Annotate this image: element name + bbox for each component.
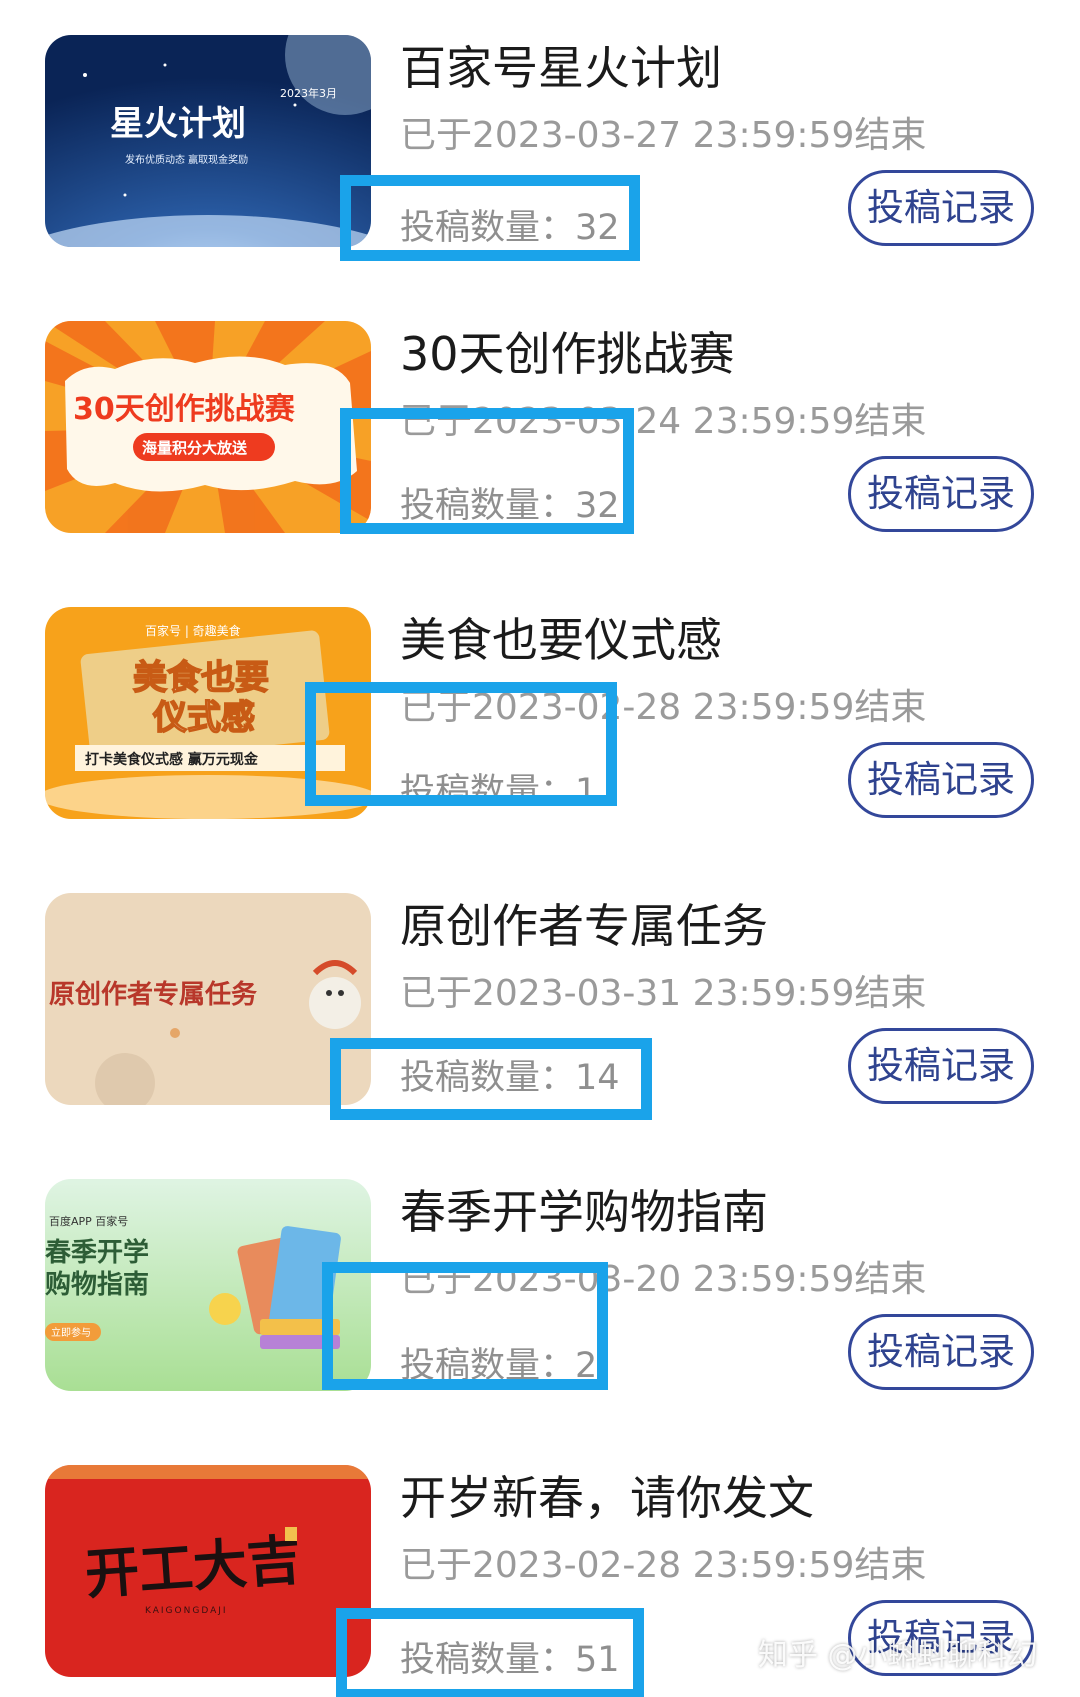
thumb-text: 2023年3月: [280, 86, 337, 100]
submission-count-label: 投稿数量：: [400, 1346, 576, 1386]
submission-count-label: 投稿数量：: [400, 1640, 576, 1680]
task-end-date: 已于2023-03-31 23:59:59结束: [400, 973, 927, 1014]
task-thumbnail-original-author[interactable]: 原创作者专属任务: [45, 893, 371, 1105]
task-end-date: 已于2023-03-27 23:59:59结束: [400, 115, 927, 156]
submission-count: 投稿数量：51: [400, 1636, 620, 1684]
task-thumbnail-xinghuo[interactable]: 2023年3月 星火计划 发布优质动态 赢取现金奖励: [45, 35, 371, 247]
submission-record-button[interactable]: 投稿记录: [848, 1028, 1034, 1104]
submission-count-value: 51: [575, 1640, 620, 1680]
svg-text:立即参与: 立即参与: [51, 1326, 91, 1339]
task-thumbnail-food-ritual[interactable]: 百家号 | 奇趣美食 美食也要 仪式感 打卡美食仪式感 赢万元现金: [45, 607, 371, 819]
task-end-date: 已于2023-03-20 23:59:59结束: [400, 1259, 927, 1300]
svg-text:海量积分大放送: 海量积分大放送: [142, 439, 248, 457]
svg-text:发布优质动态 赢取现金奖励: 发布优质动态 赢取现金奖励: [125, 153, 248, 166]
svg-text:30天创作挑战赛: 30天创作挑战赛: [73, 392, 296, 427]
submission-count-label: 投稿数量：: [400, 1058, 576, 1098]
watermark: 知乎 @小蝌蚪聊科幻: [758, 1638, 1038, 1673]
svg-text:仪式感: 仪式感: [152, 698, 255, 738]
svg-text:KAIGONGDAJI: KAIGONGDAJI: [145, 1606, 228, 1616]
svg-text:百家号 | 奇趣美食: 百家号 | 奇趣美食: [145, 623, 241, 638]
svg-text:购物指南: 购物指南: [45, 1270, 149, 1300]
task-title: 30天创作挑战赛: [400, 327, 735, 381]
task-end-date: 已于2023-02-28 23:59:59结束: [400, 687, 927, 728]
submission-count: 投稿数量：14: [400, 1054, 620, 1102]
svg-text:美食也要: 美食也要: [133, 658, 269, 698]
task-title: 原创作者专属任务: [400, 899, 768, 953]
submission-record-button[interactable]: 投稿记录: [848, 1314, 1034, 1390]
task-end-date: 已于2023-03-24 23:59:59结束: [400, 401, 927, 442]
submission-count-value: 32: [575, 486, 620, 526]
task-end-date: 已于2023-02-28 23:59:59结束: [400, 1545, 927, 1586]
task-title: 百家号星火计划: [400, 41, 722, 95]
submission-record-button[interactable]: 投稿记录: [848, 456, 1034, 532]
submission-record-button[interactable]: 投稿记录: [848, 742, 1034, 818]
task-item-xinghuo[interactable]: 2023年3月 星火计划 发布优质动态 赢取现金奖励 百家号星火计划 已于202…: [0, 0, 1080, 286]
submission-count-value: 14: [575, 1058, 620, 1098]
svg-text:百度APP 百家号: 百度APP 百家号: [49, 1214, 128, 1228]
submission-count: 投稿数量：2: [400, 1342, 597, 1390]
task-title: 美食也要仪式感: [400, 613, 722, 667]
svg-text:原创作者专属任务: 原创作者专属任务: [49, 980, 257, 1010]
submission-count-label: 投稿数量：: [400, 208, 576, 248]
task-list: 2023年3月 星火计划 发布优质动态 赢取现金奖励 百家号星火计划 已于202…: [0, 0, 1080, 1697]
submission-count: 投稿数量：32: [400, 204, 620, 252]
task-item-food-ritual[interactable]: 百家号 | 奇趣美食 美食也要 仪式感 打卡美食仪式感 赢万元现金 美食也要仪式…: [0, 572, 1080, 858]
svg-text:打卡美食仪式感 赢万元现金: 打卡美食仪式感 赢万元现金: [85, 751, 259, 768]
task-thumbnail-30day-challenge[interactable]: 30天创作挑战赛 海量积分大放送: [45, 321, 371, 533]
task-item-30day-challenge[interactable]: 30天创作挑战赛 海量积分大放送 30天创作挑战赛 已于2023-03-24 2…: [0, 286, 1080, 572]
submission-count-value: 32: [575, 208, 620, 248]
task-title: 开岁新春，请你发文: [400, 1471, 814, 1525]
submission-count: 投稿数量：32: [400, 482, 620, 530]
submission-count-label: 投稿数量：: [400, 486, 576, 526]
task-item-original-author[interactable]: 原创作者专属任务 原创作者专属任务 已于2023-03-31 23:59:59结…: [0, 858, 1080, 1144]
svg-text:星火计划: 星火计划: [110, 104, 246, 144]
submission-count-value: 1: [575, 772, 598, 812]
svg-text:春季开学: 春季开学: [45, 1237, 149, 1268]
submission-count-label: 投稿数量：: [400, 772, 576, 812]
submission-count: 投稿数量：1: [400, 768, 597, 816]
task-thumbnail-new-year-post[interactable]: 开工大吉 KAIGONGDAJI: [45, 1465, 371, 1677]
task-title: 春季开学购物指南: [400, 1185, 768, 1239]
submission-record-button[interactable]: 投稿记录: [848, 170, 1034, 246]
task-thumbnail-spring-shopping[interactable]: 百度APP 百家号 春季开学 购物指南 立即参与: [45, 1179, 371, 1391]
submission-count-value: 2: [575, 1346, 598, 1386]
task-item-spring-shopping[interactable]: 百度APP 百家号 春季开学 购物指南 立即参与 春季开学购物指南 已于2023…: [0, 1144, 1080, 1430]
